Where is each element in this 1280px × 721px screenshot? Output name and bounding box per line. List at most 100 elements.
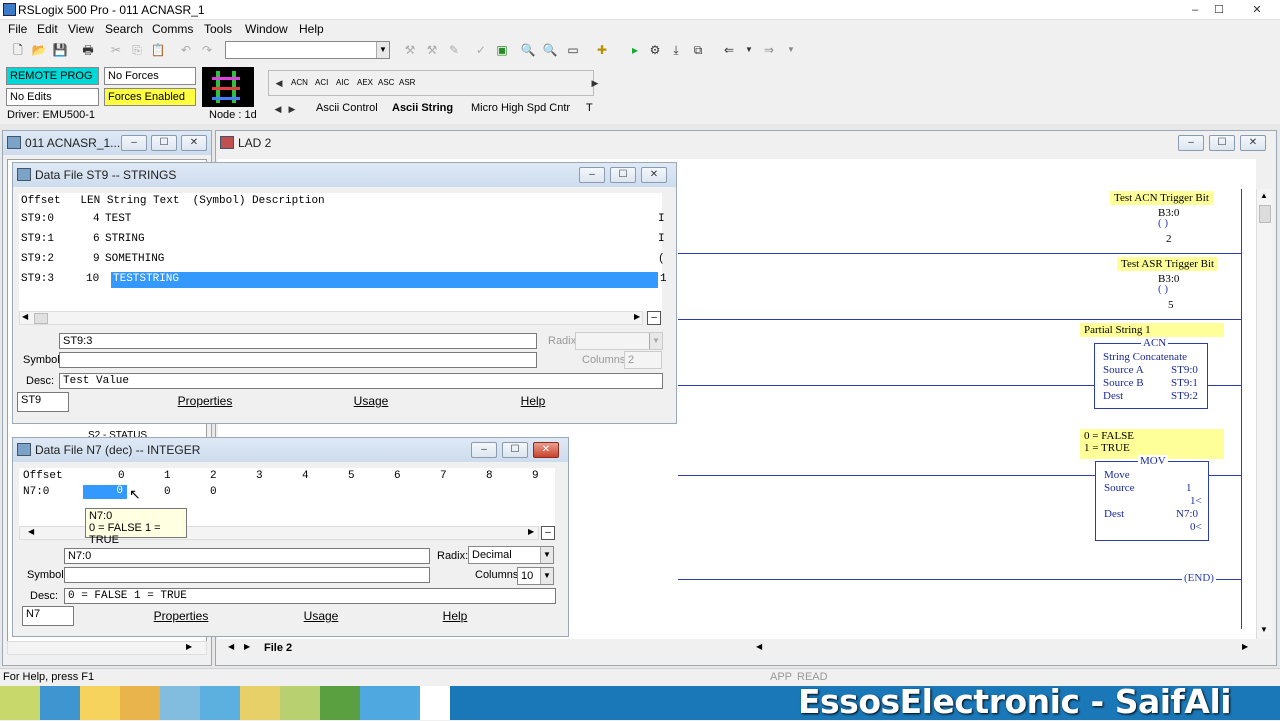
rung-0-coil[interactable]: ( ) <box>1158 217 1168 229</box>
st9-help-button[interactable]: Help <box>513 391 553 411</box>
st9-scroll-left-icon[interactable]: ◀ <box>22 312 28 321</box>
lad-hscroll-left-icon[interactable]: ◀ <box>756 642 762 651</box>
lad-scroll-down-icon[interactable]: ▼ <box>1260 625 1268 634</box>
file-tab-left-icon[interactable]: ◀ <box>228 642 234 651</box>
zoom-in-icon[interactable]: 🔍 <box>520 42 536 58</box>
menu-search[interactable]: Search <box>105 22 143 36</box>
forces-enabled-combo[interactable]: Forces Enabled <box>104 88 196 106</box>
n7-value-0[interactable]: 0 <box>83 485 127 499</box>
forward-icon[interactable]: ⇒ <box>761 42 777 58</box>
n7-value-2[interactable]: 0 <box>210 486 217 498</box>
st9-properties-button[interactable]: Properties <box>167 391 243 411</box>
undo-icon[interactable]: ↶ <box>178 42 194 58</box>
n7-radix-combo[interactable]: Decimal ▼ <box>468 546 554 564</box>
n7-close-button[interactable]: ✕ <box>533 442 559 458</box>
menu-view[interactable]: View <box>68 22 94 36</box>
copy-icon[interactable]: ⎘ <box>129 42 145 58</box>
n7-usage-button[interactable]: Usage <box>293 606 349 626</box>
verify-all-icon[interactable]: ⚒ <box>424 42 440 58</box>
go-online-icon[interactable]: ⚙ <box>647 42 663 58</box>
tab-right-icon[interactable]: ▶ <box>284 101 300 117</box>
st9-row-selected[interactable]: ST9:3 10 TESTSTRING 1 <box>19 271 667 289</box>
mov-instruction[interactable]: MOV Move Source 1 1< Dest N7:0 0< <box>1095 455 1209 541</box>
run-icon[interactable]: ▸ <box>627 42 643 58</box>
project-hscroll[interactable]: ▶ <box>7 641 207 655</box>
menu-file[interactable]: File <box>8 22 27 36</box>
compare-icon[interactable]: ⧉ <box>690 42 706 58</box>
n7-columns-combo[interactable]: 10 ▼ <box>517 567 554 585</box>
verify-icon[interactable]: ⚒ <box>402 42 418 58</box>
n7-minimize-button[interactable]: – <box>471 442 497 458</box>
menu-help[interactable]: Help <box>299 22 324 36</box>
redo-icon[interactable]: ↷ <box>199 42 215 58</box>
menu-window[interactable]: Window <box>245 22 288 36</box>
st9-row[interactable]: ST9:0 4 TEST I <box>19 211 665 229</box>
acn-instruction[interactable]: ACN String Concatenate Source A ST9:0 So… <box>1094 337 1208 409</box>
st9-address-field[interactable]: ST9:3 <box>59 333 537 349</box>
accept-edits-icon[interactable]: ✓ <box>473 42 489 58</box>
palette-asr[interactable]: ASR <box>399 78 415 87</box>
st9-row-3-text[interactable]: TESTSTRING <box>111 272 658 288</box>
n7-grid[interactable]: Offset 0 1 2 3 4 5 6 7 8 9 N7:0 0 0 0 ↖ … <box>19 468 555 546</box>
file-tab-2[interactable]: File 2 <box>264 642 292 654</box>
cut-icon[interactable]: ✂ <box>108 42 124 58</box>
st9-desc-field[interactable]: Test Value <box>59 373 663 389</box>
maximize-button[interactable]: ☐ <box>1208 2 1230 18</box>
n7-scroll-right-icon[interactable]: ▶ <box>528 527 534 536</box>
project-minimize-button[interactable]: – <box>121 135 147 151</box>
n7-properties-button[interactable]: Properties <box>143 606 219 626</box>
back-icon[interactable]: ⇐ <box>721 42 737 58</box>
palette-left-icon[interactable]: ◀ <box>271 75 287 91</box>
st9-radix-combo[interactable]: ▼ <box>575 332 663 350</box>
download-icon[interactable]: ⤓ <box>668 42 684 58</box>
tab-t[interactable]: T <box>586 102 593 114</box>
st9-usage-button[interactable]: Usage <box>343 391 399 411</box>
lad-hscroll-right-icon[interactable]: ▶ <box>1242 642 1248 651</box>
n7-maximize-button[interactable]: ☐ <box>502 442 528 458</box>
open-icon[interactable]: 📂 <box>31 42 47 58</box>
lad-scroll-thumb[interactable] <box>1259 205 1271 223</box>
n7-help-button[interactable]: Help <box>435 606 475 626</box>
st9-scroll-thumb[interactable] <box>34 313 48 324</box>
n7-address-field[interactable]: N7:0 <box>64 548 430 564</box>
minimize-button[interactable]: – <box>1184 2 1206 18</box>
lad-close-button[interactable]: ✕ <box>1240 135 1266 151</box>
st9-row[interactable]: ST9:1 6 STRING I <box>19 231 665 249</box>
palette-aex[interactable]: AEX <box>357 78 373 87</box>
fit-window-icon[interactable]: ▭ <box>565 42 581 58</box>
lad-minimize-button[interactable]: – <box>1178 135 1204 151</box>
test-edits-icon[interactable]: ▣ <box>494 42 510 58</box>
add-rung-icon[interactable]: ✚ <box>594 42 610 58</box>
project-maximize-button[interactable]: ☐ <box>151 135 177 151</box>
forward-dropdown-icon[interactable]: ▼ <box>783 42 799 58</box>
new-icon[interactable]: 🗋 <box>10 42 26 58</box>
save-icon[interactable]: 💾 <box>52 42 68 58</box>
menu-comms[interactable]: Comms <box>152 22 193 36</box>
st9-minimize-button[interactable]: – <box>579 167 605 183</box>
n7-scroll-left-icon[interactable]: ◀ <box>28 527 34 536</box>
st9-row[interactable]: ST9:2 9 SOMETHING ( <box>19 251 665 269</box>
st9-hscroll[interactable]: ◀ ▶ <box>19 311 643 325</box>
st9-close-button[interactable]: ✕ <box>641 167 667 183</box>
forces-combo[interactable]: No Forces <box>104 67 196 85</box>
n7-symbol-field[interactable] <box>64 567 430 583</box>
project-scroll-right-icon[interactable]: ▶ <box>186 642 192 651</box>
rung-1-coil[interactable]: ( ) <box>1158 283 1168 295</box>
palette-asc[interactable]: ASC <box>378 78 394 87</box>
st9-maximize-button[interactable]: ☐ <box>610 167 636 183</box>
file-tab-right-icon[interactable]: ▶ <box>244 642 250 651</box>
st9-columns-combo[interactable]: 2 <box>624 351 662 369</box>
back-dropdown-icon[interactable]: ▼ <box>741 42 757 58</box>
palette-aci[interactable]: ACI <box>315 78 328 87</box>
tab-ascii-string[interactable]: Ascii String <box>392 102 453 114</box>
search-combo[interactable]: ▼ <box>225 41 390 59</box>
lad-scroll-up-icon[interactable]: ▲ <box>1260 191 1268 200</box>
menu-edit[interactable]: Edit <box>37 22 58 36</box>
tab-ascii-control[interactable]: Ascii Control <box>316 102 378 114</box>
palette-acn[interactable]: ACN <box>291 78 308 87</box>
edits-combo[interactable]: No Edits <box>6 88 99 106</box>
st9-symbol-field[interactable] <box>59 352 537 368</box>
mode-combo[interactable]: REMOTE PROG <box>6 67 99 85</box>
zoom-out-icon[interactable]: 🔍 <box>542 42 558 58</box>
palette-right-icon[interactable]: ▶ <box>587 75 603 91</box>
